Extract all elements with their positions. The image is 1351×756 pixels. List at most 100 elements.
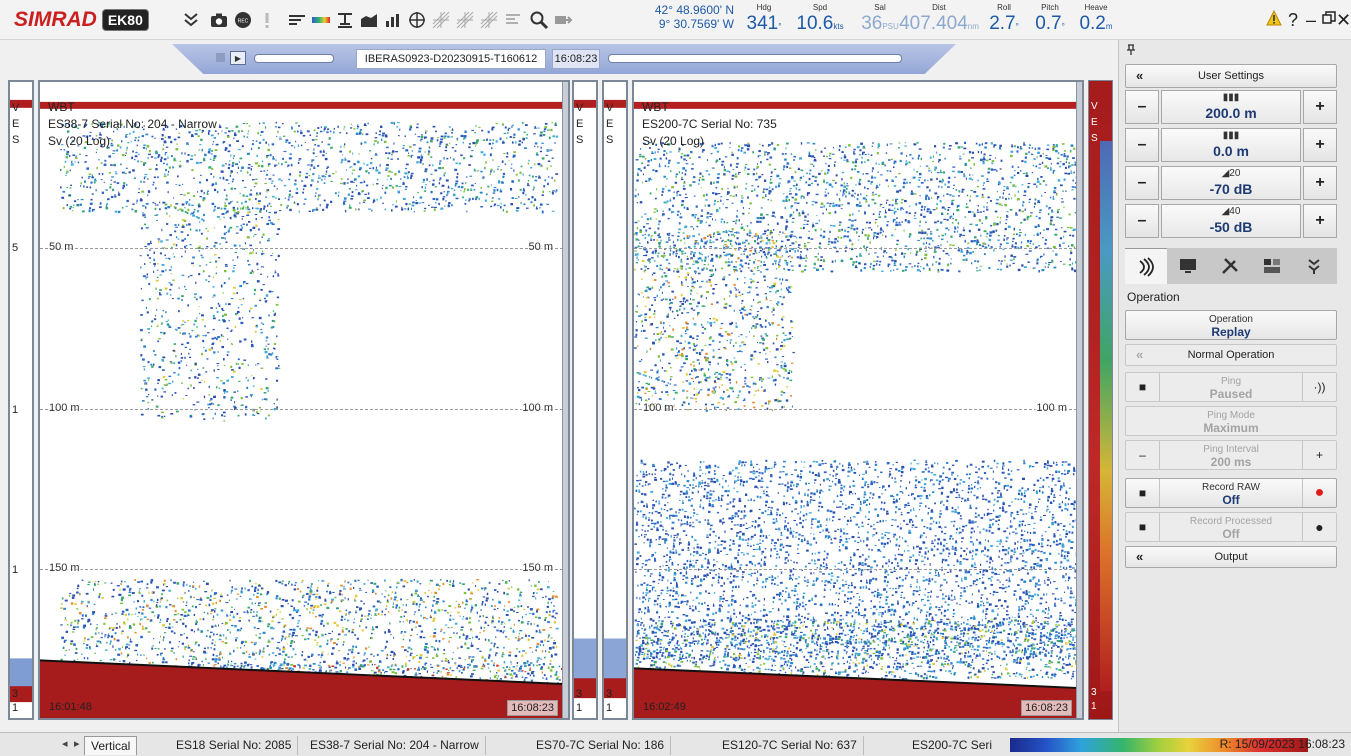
echo-speckle: [216, 310, 219, 313]
gauge-icon[interactable]: [502, 9, 524, 31]
echo-speckle: [340, 145, 342, 148]
echo-speckle: [418, 147, 422, 150]
replay-file-name[interactable]: IBERAS0923-D20230915-T160612: [356, 49, 546, 69]
echo-speckle: [286, 207, 288, 209]
echo-speckle: [212, 276, 214, 279]
echo-speckle: [321, 175, 325, 178]
echo-speckle: [185, 395, 188, 397]
replay-position-slider[interactable]: [608, 54, 902, 63]
grid-icon[interactable]: [478, 9, 500, 31]
echo-speckle: [247, 379, 249, 382]
echo-speckle: [170, 650, 173, 652]
echo-speckle: [298, 125, 301, 127]
minimize-button[interactable]: –: [1306, 10, 1316, 30]
echo-speckle: [410, 593, 413, 596]
echo-speckle: [81, 614, 84, 617]
echo-speckle: [146, 273, 149, 276]
echogram-es70[interactable]: V E S 3 1: [572, 80, 598, 720]
echo-speckle: [254, 602, 257, 605]
play-button[interactable]: ▶: [230, 51, 246, 65]
echo-speckle: [194, 319, 197, 323]
echo-speckle: [391, 209, 393, 212]
echo-speckle: [109, 186, 112, 189]
grid-icon[interactable]: [430, 9, 452, 31]
echo-speckle: [517, 588, 520, 591]
echo-speckle: [224, 313, 227, 316]
grid-icon[interactable]: [454, 9, 476, 31]
echo-speckle: [235, 226, 239, 228]
echo-speckle: [253, 288, 256, 292]
camera-icon[interactable]: [208, 9, 230, 31]
echo-speckle: [546, 167, 548, 170]
echo-speckle: [539, 203, 543, 206]
depth-marker-icon[interactable]: [334, 9, 356, 31]
echo-speckle: [175, 206, 177, 210]
echo-speckle: [482, 177, 484, 180]
echo-speckle: [496, 204, 500, 207]
record-icon[interactable]: REC: [232, 9, 254, 31]
echo-speckle: [132, 203, 135, 205]
echo-speckle: [265, 173, 269, 176]
echo-speckle: [243, 665, 246, 668]
echo-speckle: [275, 613, 278, 616]
exclamation-icon[interactable]: [256, 9, 278, 31]
echo-speckle: [244, 587, 246, 590]
echo-speckle: [268, 143, 270, 146]
echo-speckle: [237, 307, 240, 309]
transducer-label: E: [576, 118, 584, 130]
echo-speckle: [220, 334, 223, 337]
echo-speckle: [275, 595, 279, 598]
restore-button[interactable]: [1322, 10, 1336, 30]
echo-speckle: [66, 624, 69, 626]
echo-speckle: [216, 215, 220, 218]
echo-speckle: [81, 653, 83, 656]
echo-speckle: [468, 638, 471, 639]
replay-speed-slider[interactable]: [254, 54, 334, 63]
echo-speckle: [282, 648, 286, 651]
warning-icon[interactable]: [1266, 9, 1282, 30]
echo-speckle: [465, 599, 468, 602]
echo-speckle: [86, 168, 88, 170]
echo-speckle: [508, 651, 512, 654]
echo-speckle: [504, 163, 507, 165]
echo-speckle: [168, 627, 171, 629]
echo-speckle: [259, 298, 261, 300]
color-bar-icon[interactable]: [310, 9, 332, 31]
echo-speckle: [203, 647, 207, 650]
echo-speckle: [323, 129, 325, 132]
echo-speckle: [192, 585, 194, 587]
echo-speckle: [141, 190, 145, 193]
bar-graph-icon[interactable]: [382, 9, 404, 31]
echo-speckle: [535, 597, 537, 600]
echogram-vertical-a[interactable]: V E S 5 1 1 3 1: [8, 80, 34, 720]
echo-speckle: [148, 298, 151, 301]
export-icon[interactable]: [552, 9, 574, 31]
echogram-scrollbar[interactable]: [562, 82, 568, 718]
echo-speckle: [510, 663, 512, 665]
echo-speckle: [217, 662, 219, 665]
close-button[interactable]: ✕: [1336, 10, 1351, 30]
echo-speckle: [181, 299, 183, 301]
echo-speckle: [476, 611, 478, 614]
ruler-icon[interactable]: [286, 9, 308, 31]
crosshair-icon[interactable]: [406, 9, 428, 31]
echo-speckle: [281, 582, 284, 585]
echo-speckle: [359, 181, 363, 184]
echo-speckle: [232, 292, 236, 295]
stop-button[interactable]: [216, 53, 225, 62]
echo-speckle: [558, 665, 561, 668]
echo-speckle: [188, 352, 190, 355]
echo-speckle: [97, 580, 100, 583]
echo-speckle: [340, 584, 343, 587]
help-button[interactable]: ?: [1288, 10, 1298, 30]
double-chevron-down-icon[interactable]: [180, 9, 202, 31]
zoom-icon[interactable]: [528, 9, 550, 31]
echogram-es38[interactable]: WBT ES38-7 Serial No: 204 - Narrow Sv (2…: [38, 80, 570, 720]
echo-speckle: [464, 130, 467, 132]
echo-speckle: [162, 624, 166, 627]
echogram-icon[interactable]: [358, 9, 380, 31]
echo-speckle: [279, 648, 281, 651]
echo-speckle: [353, 586, 355, 590]
echo-speckle: [127, 636, 129, 639]
echo-speckle: [247, 364, 249, 367]
